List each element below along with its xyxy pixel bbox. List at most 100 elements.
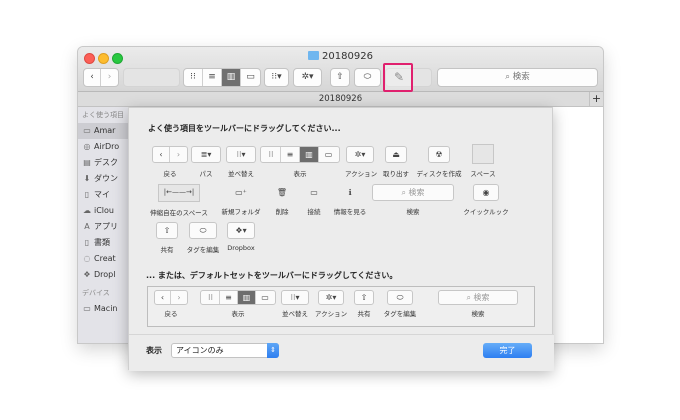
default-toolbar-set[interactable]: ‹ › 戻る ⁝⁝ ≡ ▥ ▭ 表示 ⁝⁝▾ 並べ替え ✲▾ アクション ⇧ 共有 ⬭ …: [147, 286, 535, 327]
default-item-search: ⌕ 検索 検索: [438, 290, 518, 318]
sidebar-item-label: 書類: [94, 238, 110, 247]
arrange-button[interactable]: ⁝⁝▾: [264, 68, 289, 87]
tab-title[interactable]: 20180926: [319, 94, 362, 104]
done-button[interactable]: 完了: [483, 343, 532, 358]
toolbar-item-flexible-space[interactable]: |←——→| 伸縮自在のスペース: [148, 184, 210, 217]
toolbar-item-search[interactable]: ⌕ 検索 検索: [372, 184, 454, 216]
tab-bar: 20180926 +: [78, 92, 603, 107]
toolbar-item-dropbox[interactable]: ❖▾ Dropbox: [225, 222, 257, 252]
sidebar-item-label: Dropl: [94, 270, 116, 279]
sidebar-item-label: デスク: [94, 158, 118, 167]
item-label: アクション: [345, 170, 378, 178]
sidebar-item-creative-cloud[interactable]: ◌ Creat: [78, 251, 128, 267]
default-set-heading: ... または、デフォルトセットをツールバーにドラッグしてください。: [146, 271, 398, 280]
show-label: 表示: [146, 346, 162, 355]
item-label: 表示: [293, 170, 307, 178]
dropbox-icon: ❖: [83, 270, 91, 279]
toolbar-item-connect[interactable]: ▭ 接続: [301, 184, 327, 216]
item-label: スペース: [470, 170, 496, 178]
folder-icon: [308, 51, 320, 60]
applications-icon: A: [84, 222, 90, 231]
toolbar-item-edit-tags[interactable]: ⬭ タグを編集: [185, 222, 221, 254]
action-button[interactable]: ✲▾: [293, 68, 322, 87]
toolbar-item-space[interactable]: スペース: [466, 144, 500, 178]
item-label: 戻る: [164, 310, 178, 318]
column-view-icon[interactable]: ▥: [222, 69, 241, 86]
new-folder-icon: ▭⁺: [235, 188, 247, 197]
custom-items-heading: よく使う項目をツールバーにドラッグしてください...: [148, 124, 341, 133]
item-label: Dropbox: [227, 244, 255, 252]
view-mode-icon: ⁝⁝ ≡ ▥ ▭: [260, 146, 340, 163]
dropbox-icon: ❖▾: [227, 222, 255, 239]
toolbar-item-burn[interactable]: ☢ ディスクを作成: [415, 146, 463, 178]
sidebar-item-icloud[interactable]: ☁ iClou: [78, 203, 128, 219]
item-label: 伸縮自在のスペース: [150, 209, 208, 217]
tag-icon: ⬭: [189, 222, 217, 239]
forward-button[interactable]: ›: [101, 69, 118, 86]
toolbar-item-share[interactable]: ⇧ 共有: [154, 222, 180, 254]
sidebar-item-desktop[interactable]: ▤ デスク: [78, 155, 128, 171]
default-item-edit-tags: ⬭ タグを編集: [380, 290, 420, 318]
tag-icon: ⬭: [387, 290, 413, 305]
item-label: 削除: [275, 208, 289, 216]
show-mode-select[interactable]: アイコンのみ ⇕: [171, 343, 279, 358]
toolbar-item-path[interactable]: ≣▾ パス: [191, 146, 221, 178]
toolbar-item-delete[interactable]: 🗑 削除: [270, 184, 294, 216]
trash-icon: 🗑: [276, 188, 288, 197]
sidebar-item-my-files[interactable]: ▯ マイ: [78, 187, 128, 203]
toolbar-item-back[interactable]: ‹ › 戻る: [152, 146, 188, 178]
search-field[interactable]: ⌕ 検索: [437, 68, 598, 87]
toolbar-item-view[interactable]: ⁝⁝ ≡ ▥ ▭ 表示: [260, 146, 340, 178]
item-label: 共有: [160, 246, 174, 254]
toolbar-item-new-folder[interactable]: ▭⁺ 新規フォルダ: [216, 184, 266, 216]
view-mode-control[interactable]: ⁝⁝ ≡ ▥ ▭: [183, 68, 261, 87]
item-label: 接続: [307, 208, 321, 216]
document-icon: ▯: [84, 238, 90, 247]
share-icon: ⇧: [156, 222, 178, 239]
item-label: 情報を見る: [333, 208, 367, 216]
toolbar-item-eject[interactable]: ⏏ 取り出す: [379, 146, 413, 178]
sidebar-item-home[interactable]: ▭ Amar: [78, 123, 128, 139]
search-icon: ⌕ 検索: [438, 290, 518, 305]
sidebar-item-label: アプリ: [94, 222, 118, 231]
back-button[interactable]: ‹: [84, 69, 101, 86]
path-placeholder: [123, 68, 180, 87]
item-label: 並べ替え: [228, 170, 254, 178]
select-caret-icon: ⇕: [267, 343, 279, 358]
toolbar-item-arrange[interactable]: ⁝⁝▾ 並べ替え: [226, 146, 256, 178]
path-icon: ≣▾: [191, 146, 221, 163]
item-label: 戻る: [163, 170, 177, 178]
documents-icon: ▯: [84, 190, 90, 199]
arrange-icon: ⁝⁝▾: [271, 72, 282, 82]
sidebar-item-airdrop[interactable]: ◎ AirDro: [78, 139, 128, 155]
home-icon: ▭: [83, 126, 91, 135]
new-tab-button[interactable]: +: [589, 92, 603, 107]
sidebar-item-downloads[interactable]: ⬇ ダウン: [78, 171, 128, 187]
tags-button[interactable]: ⬭: [354, 68, 381, 87]
arrange-icon: ⁝⁝▾: [281, 290, 309, 305]
sidebar: よく使う項目 ▭ Amar ◎ AirDro ▤ デスク ⬇ ダウン ▯ マイ ☁ iClo…: [78, 107, 128, 343]
back-forward-control[interactable]: ‹ ›: [83, 68, 119, 87]
toolbar-item-quick-look[interactable]: ◉ クイックルック: [461, 184, 511, 216]
search-icon: ⌕ 検索: [372, 184, 454, 201]
space-icon: [472, 144, 494, 164]
list-view-icon[interactable]: ≡: [203, 69, 222, 86]
sidebar-item-applications[interactable]: A アプリ: [78, 219, 128, 235]
info-icon: ℹ: [348, 188, 352, 197]
item-label: ディスクを作成: [416, 170, 462, 178]
cloud-icon: ☁: [83, 206, 91, 215]
sidebar-item-label: AirDro: [94, 142, 120, 151]
back-forward-icon: ‹ ›: [154, 290, 188, 305]
sidebar-item-dropbox[interactable]: ❖ Dropl: [78, 267, 128, 283]
share-button[interactable]: ⇧: [330, 68, 350, 87]
icon-view-icon[interactable]: ⁝⁝: [184, 69, 203, 86]
flexible-space-icon: |←——→|: [158, 184, 200, 202]
item-label: 並べ替え: [282, 310, 308, 318]
item-label: 共有: [357, 310, 371, 318]
toolbar-item-action[interactable]: ✲▾ アクション: [345, 146, 378, 178]
sidebar-item-mac[interactable]: ▭ Macin: [78, 301, 128, 317]
default-item-share: ⇧ 共有: [353, 290, 375, 318]
sidebar-item-documents[interactable]: ▯ 書類: [78, 235, 128, 251]
toolbar-item-get-info[interactable]: ℹ 情報を見る: [329, 184, 371, 216]
gallery-view-icon[interactable]: ▭: [241, 69, 260, 86]
